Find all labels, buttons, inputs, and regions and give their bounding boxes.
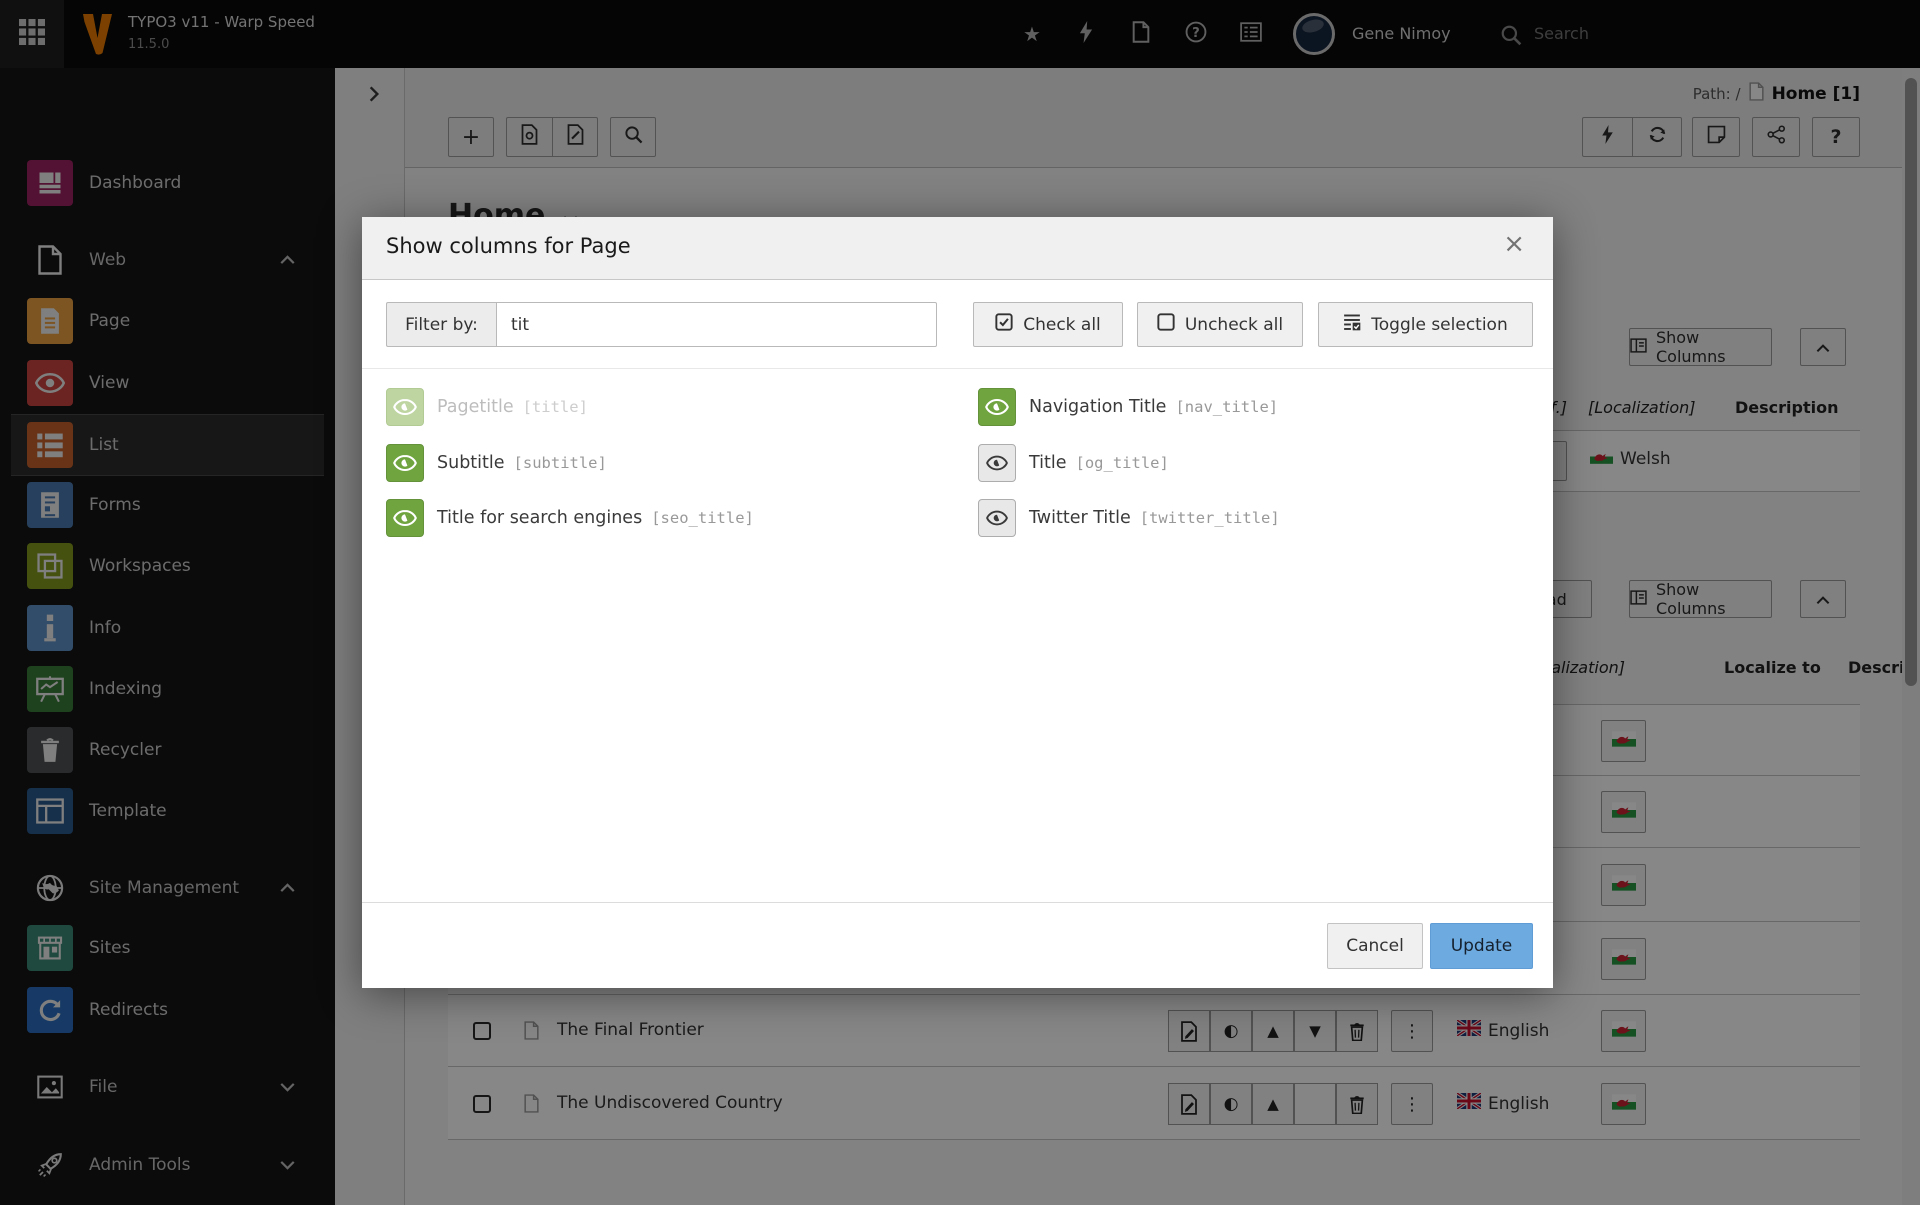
divider bbox=[362, 368, 1553, 369]
uncheck-all-button[interactable]: Uncheck all bbox=[1137, 302, 1303, 347]
update-button[interactable]: Update bbox=[1430, 923, 1533, 969]
column-field-name: [title] bbox=[522, 398, 588, 416]
eye-icon[interactable] bbox=[978, 499, 1016, 537]
eye-icon[interactable] bbox=[978, 443, 1016, 482]
column-label: Title [og_title] bbox=[1029, 452, 1169, 473]
column-item-og_title: Title [og_title] bbox=[978, 443, 1169, 482]
column-label: Subtitle [subtitle] bbox=[437, 452, 607, 473]
column-item-twitter_title: Twitter Title [twitter_title] bbox=[978, 499, 1280, 537]
cancel-button[interactable]: Cancel bbox=[1327, 923, 1423, 969]
checkbox-checked-icon bbox=[995, 313, 1013, 336]
column-item-seo_title: Title for search engines [seo_title] bbox=[386, 499, 754, 537]
toggle-selection-icon bbox=[1343, 313, 1361, 336]
column-label: Navigation Title [nav_title] bbox=[1029, 397, 1279, 417]
eye-icon[interactable] bbox=[978, 388, 1016, 426]
column-field-name: [nav_title] bbox=[1175, 398, 1279, 416]
column-item-nav_title: Navigation Title [nav_title] bbox=[978, 388, 1278, 426]
filter-input[interactable] bbox=[496, 302, 937, 347]
modal-title: Show columns for Page bbox=[386, 234, 631, 258]
modal-footer: Cancel Update bbox=[362, 902, 1553, 988]
toggle-selection-button[interactable]: Toggle selection bbox=[1318, 302, 1533, 347]
column-item-subtitle: Subtitle [subtitle] bbox=[386, 443, 607, 482]
column-label: Pagetitle [title] bbox=[437, 397, 588, 417]
column-field-name: [og_title] bbox=[1075, 453, 1169, 472]
typo3-backend: TYPO3 v11 - Warp Speed 11.5.0 ★ ? Gene N… bbox=[0, 0, 1920, 1205]
column-item-title: Pagetitle [title] bbox=[386, 388, 588, 426]
column-label: Twitter Title [twitter_title] bbox=[1029, 508, 1280, 528]
checkbox-empty-icon bbox=[1157, 313, 1175, 336]
check-all-button[interactable]: Check all bbox=[973, 302, 1123, 347]
column-field-name: [seo_title] bbox=[651, 509, 754, 527]
column-field-name: [twitter_title] bbox=[1139, 509, 1280, 527]
eye-icon[interactable] bbox=[386, 499, 424, 537]
eye-icon bbox=[386, 388, 424, 426]
filter-by-label: Filter by: bbox=[386, 302, 496, 347]
column-field-name: [subtitle] bbox=[513, 453, 607, 472]
column-label: Title for search engines [seo_title] bbox=[437, 508, 754, 528]
modal-header: Show columns for Page × bbox=[362, 217, 1553, 280]
eye-icon[interactable] bbox=[386, 443, 424, 482]
close-icon[interactable]: × bbox=[1497, 230, 1531, 258]
show-columns-modal: Show columns for Page × Filter by: Check… bbox=[362, 217, 1553, 988]
